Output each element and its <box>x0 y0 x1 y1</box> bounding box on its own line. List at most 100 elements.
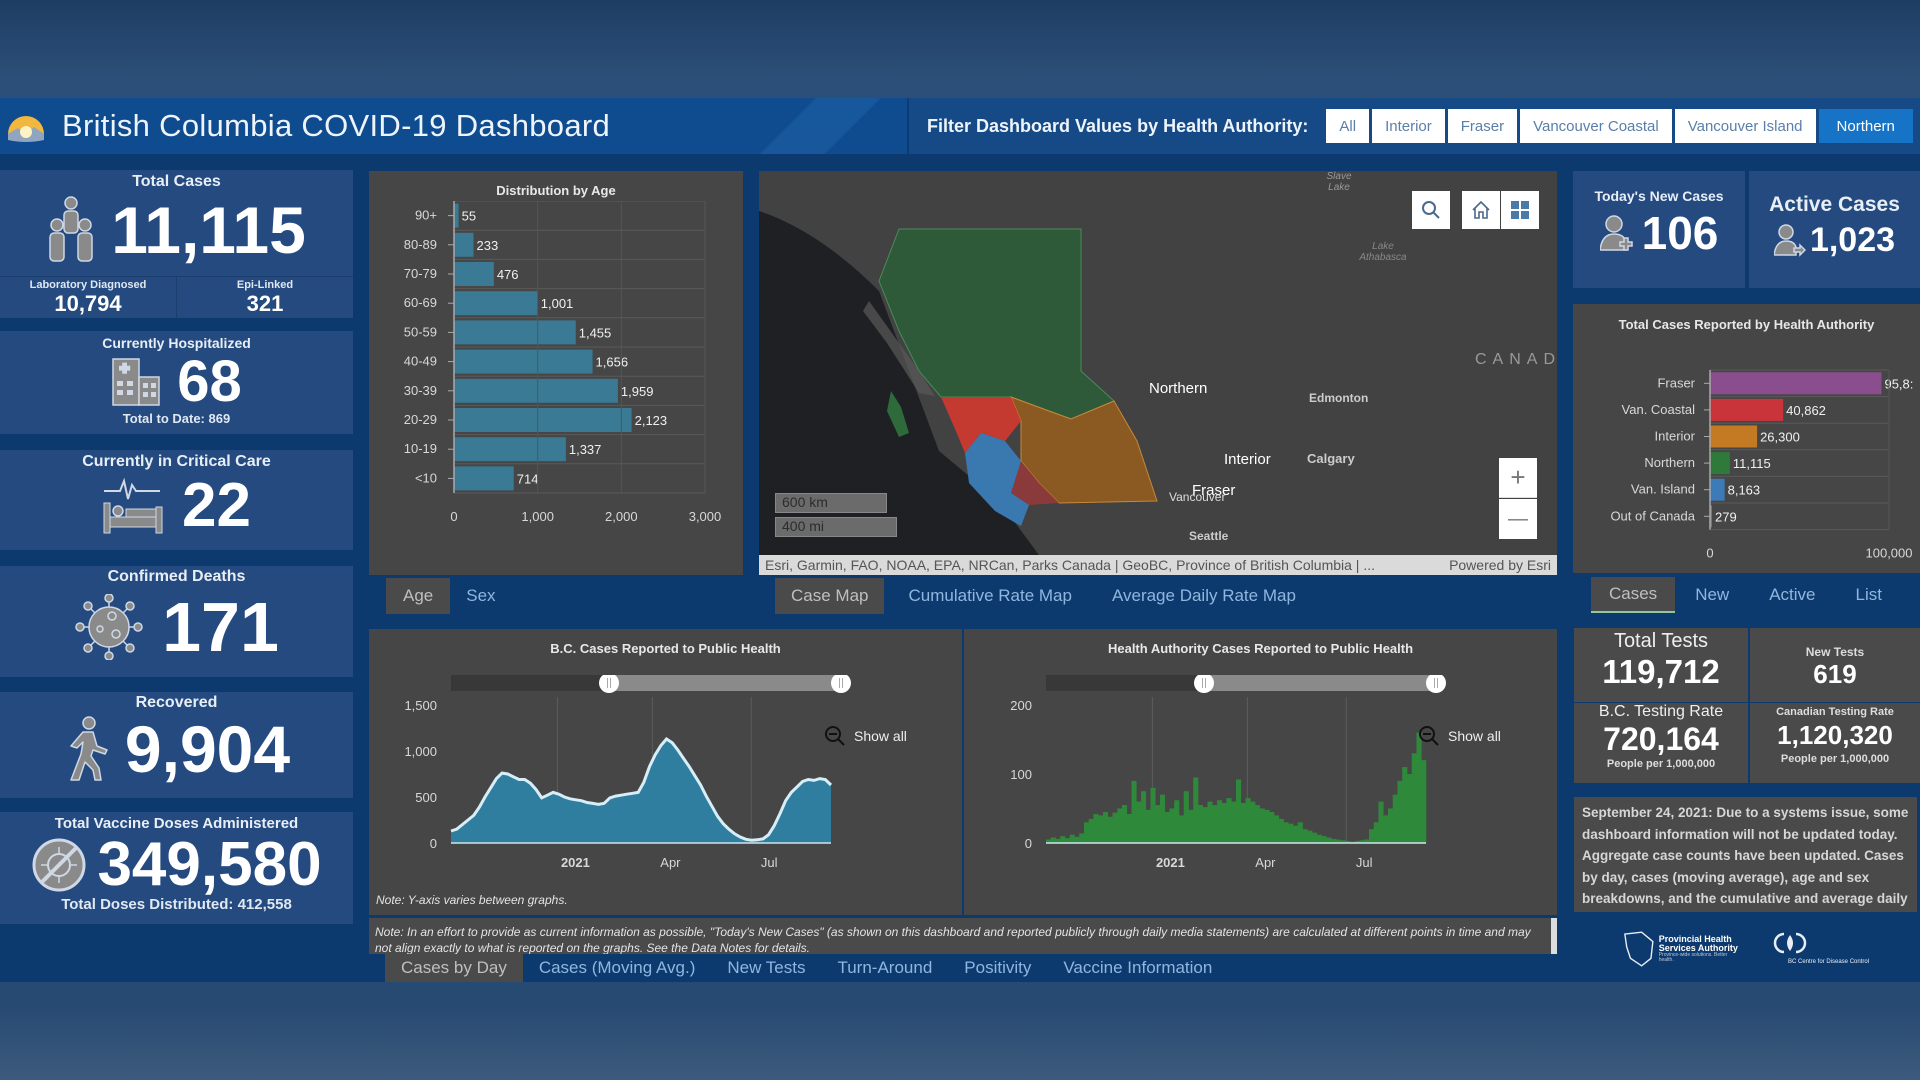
system-notice[interactable]: September 24, 2021: Due to a systems iss… <box>1574 797 1917 912</box>
canadian-testing-rate-label: Canadian Testing Rate <box>1776 706 1894 718</box>
tab-cases-by-day[interactable]: Cases by Day <box>385 954 523 982</box>
bar <box>1392 794 1398 843</box>
filter-interior-button[interactable]: Interior <box>1372 109 1445 143</box>
active-cases-title: Active Cases <box>1769 193 1900 216</box>
bar <box>1212 805 1218 843</box>
tab-new-tests[interactable]: New Tests <box>711 954 821 982</box>
tab-vaccine-information[interactable]: Vaccine Information <box>1047 954 1228 982</box>
new-cases-card: Today's New Cases 106 <box>1573 171 1745 288</box>
bar <box>1183 791 1189 843</box>
filter-vancouver-coastal-button[interactable]: Vancouver Coastal <box>1520 109 1672 143</box>
category-label: Van. Coastal <box>1622 402 1696 417</box>
bar <box>1250 801 1256 843</box>
bar <box>1710 452 1730 475</box>
y-tick-label: 100 <box>1010 767 1032 782</box>
x-tick-label: Jul <box>1356 855 1373 870</box>
basemap-gallery-button[interactable] <box>1501 191 1539 229</box>
bar <box>1141 791 1147 843</box>
people-group-icon <box>49 196 93 262</box>
bar <box>454 291 538 316</box>
tab-list[interactable]: List <box>1836 577 1902 613</box>
bar <box>1126 814 1132 843</box>
category-label: 20-29 <box>404 412 437 427</box>
attribution-text[interactable]: Esri, Garmin, FAO, NOAA, EPA, NRCan, Par… <box>765 557 1375 573</box>
ha-cases-title: Health Authority Cases Reported to Publi… <box>1107 641 1414 656</box>
new-tests-label: New Tests <box>1805 645 1865 659</box>
category-label: 40-49 <box>404 354 437 369</box>
epi-linked-label: Epi-Linked <box>236 279 294 291</box>
map-label-calgary: Calgary <box>1307 451 1355 466</box>
bar <box>1236 779 1242 843</box>
deaths-card: Confirmed Deaths 171 <box>0 566 353 677</box>
bar <box>1226 798 1232 843</box>
tab-case-map[interactable]: Case Map <box>775 578 885 614</box>
bar <box>454 466 514 491</box>
bar <box>1060 836 1066 843</box>
x-tick-label: Apr <box>1255 855 1276 870</box>
recovered-value: 9,904 <box>124 712 291 786</box>
bar <box>1169 808 1175 843</box>
filter-northern-button[interactable]: Northern <box>1818 109 1913 143</box>
bar <box>1084 822 1090 843</box>
tab-new[interactable]: New <box>1675 577 1749 613</box>
bar <box>1369 829 1375 843</box>
data-label: 1,455 <box>579 325 612 340</box>
bc-testing-rate-label: B.C. Testing Rate <box>1598 703 1724 720</box>
tab-average-daily-rate-map[interactable]: Average Daily Rate Map <box>1096 578 1312 614</box>
y-tick-label: 1,000 <box>404 744 437 759</box>
data-note: Note: In an effort to provide as current… <box>369 918 1557 954</box>
tab-sex[interactable]: Sex <box>450 578 511 614</box>
zoom-out-magnifier-icon <box>1419 726 1439 746</box>
tab-age[interactable]: Age <box>386 578 451 614</box>
critical-care-title: Currently in Critical Care <box>82 453 271 470</box>
home-icon <box>1472 200 1490 219</box>
map-search-button[interactable] <box>1412 191 1450 229</box>
category-label: <10 <box>415 470 437 485</box>
bar <box>1174 800 1180 843</box>
filter-all-button[interactable]: All <box>1326 109 1370 143</box>
tab-active[interactable]: Active <box>1749 577 1835 613</box>
active-cases-card: Active Cases 1,023 <box>1749 171 1920 288</box>
bar <box>1207 801 1213 843</box>
ha-cases-panel: Health Authority Cases Reported to Publi… <box>964 629 1557 915</box>
category-label: 90+ <box>415 208 437 223</box>
category-label: 10-19 <box>404 441 437 456</box>
tab-cumulative-rate-map[interactable]: Cumulative Rate Map <box>884 578 1095 614</box>
bc-show-all-button[interactable]: Show all <box>824 725 907 747</box>
bar <box>1131 780 1137 843</box>
tab-turn-around[interactable]: Turn-Around <box>821 954 948 982</box>
data-label: 11,115 <box>1733 456 1771 471</box>
lab-diagnosed-label: Laboratory Diagnosed <box>29 279 147 291</box>
bar <box>454 320 576 345</box>
bar <box>1312 832 1318 843</box>
bar <box>1255 805 1261 843</box>
zoom-out-magnifier-icon <box>825 726 845 746</box>
bar <box>1411 753 1417 843</box>
zoom-out-button[interactable]: — <box>1499 499 1537 539</box>
x-tick-label: 2021 <box>561 855 590 870</box>
x-tick-label: 0 <box>1706 546 1713 561</box>
x-tick-label: Apr <box>660 855 681 870</box>
data-label: 1,656 <box>596 355 629 370</box>
map-label-northern: Northern <box>1149 380 1208 397</box>
ha-show-all-button[interactable]: Show all <box>1418 725 1501 747</box>
bar <box>1093 814 1099 843</box>
map-home-button[interactable] <box>1462 191 1500 229</box>
map-attribution: Esri, Garmin, FAO, NOAA, EPA, NRCan, Par… <box>759 555 1557 575</box>
y-tick-label: 1,500 <box>404 698 437 713</box>
zoom-in-button[interactable]: + <box>1499 458 1537 498</box>
bar <box>1150 787 1156 843</box>
tab-cases-moving-avg[interactable]: Cases (Moving Avg.) <box>523 954 712 982</box>
map-label-vancouver: Vancouver <box>1169 490 1226 504</box>
tab-positivity[interactable]: Positivity <box>948 954 1047 982</box>
map-panel[interactable]: Northern Interior Fraser Vancouver Edmon… <box>759 171 1557 575</box>
deaths-value: 171 <box>162 588 279 666</box>
tab-cases[interactable]: Cases <box>1591 577 1676 613</box>
category-label: Van. Island <box>1631 482 1695 497</box>
category-label: Fraser <box>1657 375 1695 390</box>
filter-vancouver-island-button[interactable]: Vancouver Island <box>1674 109 1816 143</box>
filter-fraser-button[interactable]: Fraser <box>1447 109 1518 143</box>
powered-by-esri[interactable]: Powered by Esri <box>1449 557 1551 573</box>
bar <box>1245 798 1251 843</box>
recovered-card: Recovered 9,904 <box>0 692 353 798</box>
